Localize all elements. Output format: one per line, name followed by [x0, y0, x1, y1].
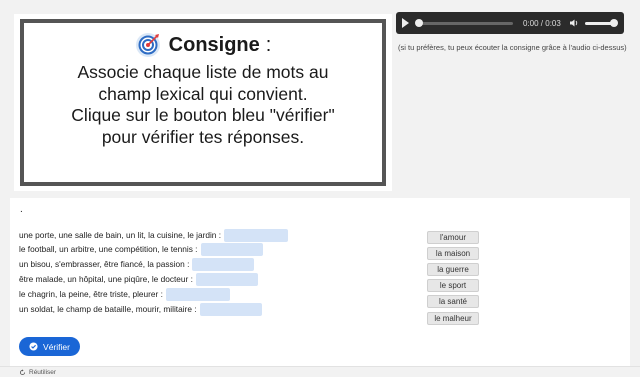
- word-chip[interactable]: la santé: [427, 295, 479, 308]
- volume-slider[interactable]: [584, 18, 618, 27]
- row-text: une porte, une salle de bain, un lit, la…: [19, 230, 222, 240]
- audio-player[interactable]: 0:00 / 0:03: [396, 12, 624, 34]
- drop-zone[interactable]: [200, 242, 263, 256]
- instruction-card-frame: Consigne : Associe chaque liste de mots …: [14, 14, 392, 191]
- stray-dot: .: [20, 204, 23, 215]
- drop-zone[interactable]: [165, 287, 230, 301]
- row-text: être malade, un hôpital, une piqûre, le …: [19, 274, 193, 284]
- exercise-row: le football, un arbitre, une compétition…: [19, 242, 263, 256]
- card-colon: :: [265, 33, 272, 56]
- word-chip[interactable]: la maison: [427, 247, 479, 260]
- target-icon: [135, 33, 160, 57]
- word-chip[interactable]: le malheur: [427, 312, 479, 325]
- play-icon[interactable]: [402, 18, 409, 28]
- exercise-row: le chagrin, la peine, être triste, pleur…: [19, 287, 230, 301]
- exercise-row: une porte, une salle de bain, un lit, la…: [19, 228, 289, 242]
- footer-bar: Réutiliser: [0, 366, 640, 377]
- word-chip[interactable]: la guerre: [427, 263, 479, 276]
- row-text: un bisou, s'embrasser, être fiancé, la p…: [19, 259, 190, 269]
- word-chip[interactable]: le sport: [427, 279, 479, 292]
- exercise-row: un soldat, le champ de bataille, mourir,…: [19, 302, 262, 316]
- card-title: Consigne: [168, 33, 260, 56]
- row-text: le football, un arbitre, une compétition…: [19, 244, 198, 254]
- drop-zone[interactable]: [224, 228, 289, 242]
- reset-label: Réutiliser: [29, 369, 57, 376]
- volume-knob[interactable]: [609, 18, 618, 27]
- verify-label: Vérifier: [43, 341, 70, 352]
- verify-button[interactable]: Vérifier: [19, 337, 80, 356]
- drop-zone[interactable]: [195, 272, 258, 286]
- instruction-line: champ lexical qui convient.: [98, 83, 308, 104]
- drop-zone[interactable]: [199, 302, 262, 316]
- instruction-line: pour vérifier tes réponses.: [101, 126, 305, 147]
- instruction-line: Clique sur le bouton bleu "vérifier": [71, 105, 335, 125]
- instruction-card: Consigne : Associe chaque liste de mots …: [20, 19, 386, 186]
- refresh-icon: [19, 369, 26, 376]
- audio-progress-knob[interactable]: [415, 18, 423, 27]
- exercise-row: être malade, un hôpital, une piqûre, le …: [19, 272, 258, 286]
- exercise-row: un bisou, s'embrasser, être fiancé, la p…: [19, 257, 255, 271]
- word-chip[interactable]: l'amour: [427, 231, 479, 244]
- instruction-line: Associe chaque liste de mots au: [77, 62, 329, 82]
- row-text: le chagrin, la peine, être triste, pleur…: [19, 289, 163, 299]
- check-circle-icon: [29, 342, 38, 351]
- volume-icon[interactable]: [569, 18, 579, 28]
- drop-zone[interactable]: [192, 257, 255, 271]
- instruction-panel: Consigne : Associe chaque liste de mots …: [0, 0, 640, 198]
- row-text: un soldat, le champ de bataille, mourir,…: [19, 304, 197, 314]
- audio-time: 0:00 / 0:03: [523, 18, 561, 28]
- card-title-row: Consigne :: [24, 32, 382, 58]
- audio-progress-bar[interactable]: [415, 18, 513, 27]
- exercise-area: . une porte, une salle de bain, un lit, …: [10, 198, 630, 366]
- reset-link[interactable]: Réutiliser: [19, 369, 56, 376]
- audio-note: (si tu préfères, tu peux écouter la cons…: [398, 43, 627, 52]
